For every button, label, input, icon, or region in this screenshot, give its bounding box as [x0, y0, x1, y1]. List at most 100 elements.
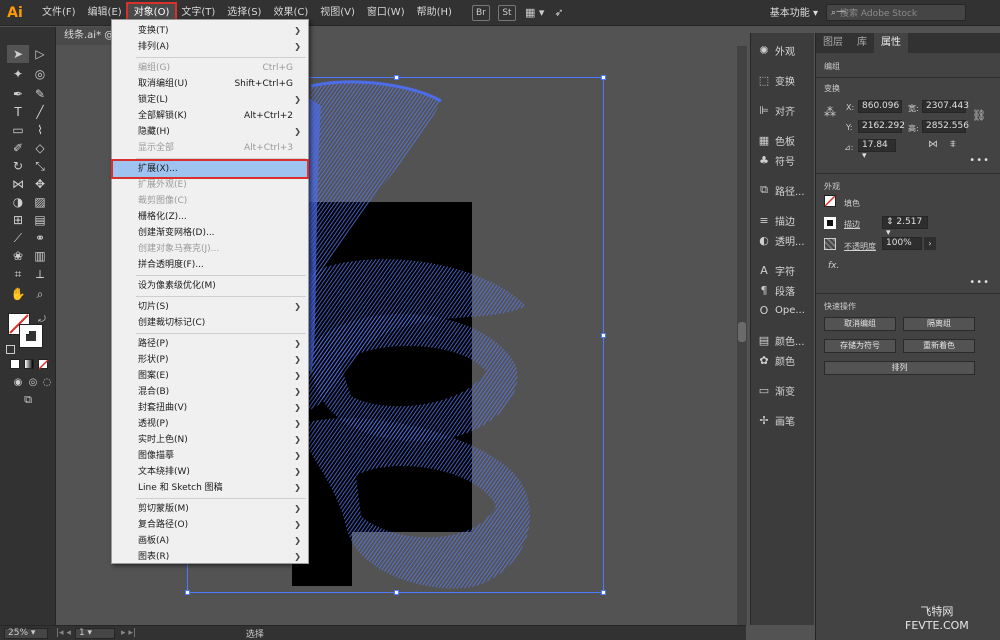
- object-menu-item[interactable]: 形状(P) ❯: [113, 352, 307, 368]
- panel-character[interactable]: A 字符: [751, 259, 815, 281]
- eyedropper-icon[interactable]: ⟋: [7, 229, 29, 247]
- rotate-tool-icon[interactable]: ↻: [7, 157, 29, 175]
- flip-horizontal-icon[interactable]: ⋈: [928, 139, 938, 150]
- object-menu-item[interactable]: 变换(T) ❯: [113, 23, 307, 39]
- draw-inside-icon[interactable]: ◌: [36, 373, 58, 391]
- recolor-button[interactable]: 重新着色: [903, 339, 975, 353]
- panel-brushes[interactable]: ✢ 画笔: [751, 409, 815, 431]
- curvature-tool-icon[interactable]: ✎: [29, 85, 51, 103]
- shaper-tool-icon[interactable]: ✐: [7, 139, 29, 157]
- first-artboard-icon[interactable]: |◂ ◂: [56, 628, 71, 638]
- opacity-expand-icon[interactable]: ›: [924, 237, 936, 250]
- eraser-icon[interactable]: ◇: [29, 139, 51, 157]
- opacity-field[interactable]: 100%: [882, 237, 922, 250]
- hand-tool-icon[interactable]: ✋: [7, 285, 29, 303]
- object-menu-item[interactable]: 设为像素级优化(M): [113, 278, 307, 294]
- menu-window[interactable]: 窗口(W): [361, 4, 411, 22]
- mesh-tool-icon[interactable]: ⊞: [7, 211, 29, 229]
- scale-tool-icon[interactable]: ⤡: [29, 157, 51, 175]
- stroke-swatch-panel[interactable]: [824, 217, 836, 229]
- lasso-icon[interactable]: ◎: [29, 65, 51, 83]
- handle-bottom-left[interactable]: [185, 590, 190, 595]
- line-tool-icon[interactable]: ╱: [29, 103, 51, 121]
- panel-pathfinder[interactable]: ⧉ 路径...: [751, 179, 815, 201]
- tab-properties[interactable]: 属性: [874, 33, 908, 53]
- direct-selection-tool-icon[interactable]: ▷: [29, 45, 51, 63]
- rectangle-tool-icon[interactable]: ▭: [7, 121, 29, 139]
- window-minimize-icon[interactable]: —: [836, 6, 846, 17]
- pen-tool-icon[interactable]: ✒: [7, 85, 29, 103]
- symbol-sprayer-icon[interactable]: ❀: [7, 247, 29, 265]
- panel-appearance[interactable]: ✺ 外观: [751, 39, 815, 61]
- panel-stroke[interactable]: ≡ 描边: [751, 209, 815, 231]
- color-mode-icon[interactable]: [10, 359, 20, 369]
- panel-color[interactable]: ✿ 颜色: [751, 349, 815, 371]
- menu-file[interactable]: 文件(F): [36, 4, 82, 22]
- scrollbar-thumb[interactable]: [738, 322, 746, 342]
- object-menu-item[interactable]: Line 和 Sketch 图稿 ❯: [113, 480, 307, 496]
- object-menu-item[interactable]: 透视(P) ❯: [113, 416, 307, 432]
- panel-symbols[interactable]: ♣ 符号: [751, 149, 815, 171]
- menu-view[interactable]: 视图(V): [314, 4, 361, 22]
- stroke-label[interactable]: 描边: [844, 219, 860, 230]
- panel-swatches[interactable]: ▦ 色板: [751, 129, 815, 151]
- handle-top-right[interactable]: [601, 75, 606, 80]
- save-as-symbol-button[interactable]: 存储为符号: [824, 339, 896, 353]
- isolate-group-button[interactable]: 隔离组: [903, 317, 975, 331]
- handle-bottom-right[interactable]: [601, 590, 606, 595]
- stock-icon[interactable]: St: [497, 4, 516, 21]
- object-menu-item[interactable]: 全部解锁(K) Alt+Ctrl+2: [113, 108, 307, 124]
- gradient-mode-icon[interactable]: [24, 359, 34, 369]
- object-menu-item[interactable]: 实时上色(N) ❯: [113, 432, 307, 448]
- gpu-rocket-icon[interactable]: ➶: [554, 6, 563, 19]
- constrain-proportions-icon[interactable]: ⛓: [972, 109, 986, 122]
- flip-vertical-icon[interactable]: ⩨: [950, 139, 956, 150]
- object-menu-item[interactable]: 扩展(X)...: [111, 159, 309, 179]
- screen-mode-icon[interactable]: ⧉: [17, 391, 39, 409]
- panel-color-guide[interactable]: ▤ 颜色...: [751, 329, 815, 351]
- object-menu-item[interactable]: 混合(B) ❯: [113, 384, 307, 400]
- y-field[interactable]: 2162.292: [858, 120, 905, 133]
- bridge-icon[interactable]: Br: [471, 4, 490, 21]
- object-menu-item[interactable]: 创建裁切标记(C): [113, 315, 307, 331]
- workspace-switcher[interactable]: 基本功能 ▾: [770, 4, 818, 19]
- artboard-tool-icon[interactable]: ⌗: [7, 265, 29, 283]
- object-menu-item[interactable]: 路径(P) ❯: [113, 336, 307, 352]
- object-menu-item[interactable]: 剪切蒙版(M) ❯: [113, 501, 307, 517]
- width-tool-icon[interactable]: ⋈: [7, 175, 29, 193]
- perspective-grid-icon[interactable]: ▨: [29, 193, 51, 211]
- fill-none-swatch[interactable]: [824, 195, 836, 207]
- object-menu-item[interactable]: 创建渐变网格(D)...: [113, 225, 307, 241]
- type-tool-icon[interactable]: T: [7, 103, 29, 121]
- arrange-button[interactable]: 排列: [824, 361, 975, 375]
- ungroup-button[interactable]: 取消编组: [824, 317, 896, 331]
- object-menu-item[interactable]: 排列(A) ❯: [113, 39, 307, 55]
- reference-point-icon[interactable]: ⁂: [824, 105, 838, 119]
- object-menu-item[interactable]: 栅格化(Z)...: [113, 209, 307, 225]
- transform-more-options-icon[interactable]: •••: [969, 155, 990, 166]
- handle-middle-right[interactable]: [601, 333, 606, 338]
- width-field[interactable]: 2307.443: [922, 100, 969, 113]
- object-menu-item[interactable]: 图像描摹 ❯: [113, 448, 307, 464]
- height-field[interactable]: 2852.556: [922, 120, 969, 133]
- magic-wand-icon[interactable]: ✦: [7, 65, 29, 83]
- object-menu-item[interactable]: 隐藏(H) ❯: [113, 124, 307, 140]
- tab-libraries[interactable]: 库: [850, 33, 874, 53]
- menu-help[interactable]: 帮助(H): [411, 4, 458, 22]
- next-artboard-icon[interactable]: ▸ ▸|: [121, 628, 136, 638]
- panel-align[interactable]: ⊫ 对齐: [751, 99, 815, 121]
- object-menu-item[interactable]: 封套扭曲(V) ❯: [113, 400, 307, 416]
- shape-builder-icon[interactable]: ◑: [7, 193, 29, 211]
- stroke-weight-field[interactable]: ⇕ 2.517 ▾: [882, 216, 928, 238]
- blend-tool-icon[interactable]: ⚭: [29, 229, 51, 247]
- graph-tool-icon[interactable]: ▥: [29, 247, 51, 265]
- appearance-more-options-icon[interactable]: •••: [969, 277, 990, 288]
- object-menu-item[interactable]: 图案(E) ❯: [113, 368, 307, 384]
- object-menu-item[interactable]: 复合路径(O) ❯: [113, 517, 307, 533]
- stock-search-input[interactable]: ⌕ 搜索 Adobe Stock: [826, 4, 966, 21]
- none-mode-icon[interactable]: [38, 359, 49, 370]
- object-menu-item[interactable]: 取消编组(U) Shift+Ctrl+G: [113, 76, 307, 92]
- panel-opentype[interactable]: O Ope...: [751, 299, 815, 321]
- zoom-tool-icon[interactable]: ⌕: [29, 285, 51, 303]
- gradient-tool-icon[interactable]: ▤: [29, 211, 51, 229]
